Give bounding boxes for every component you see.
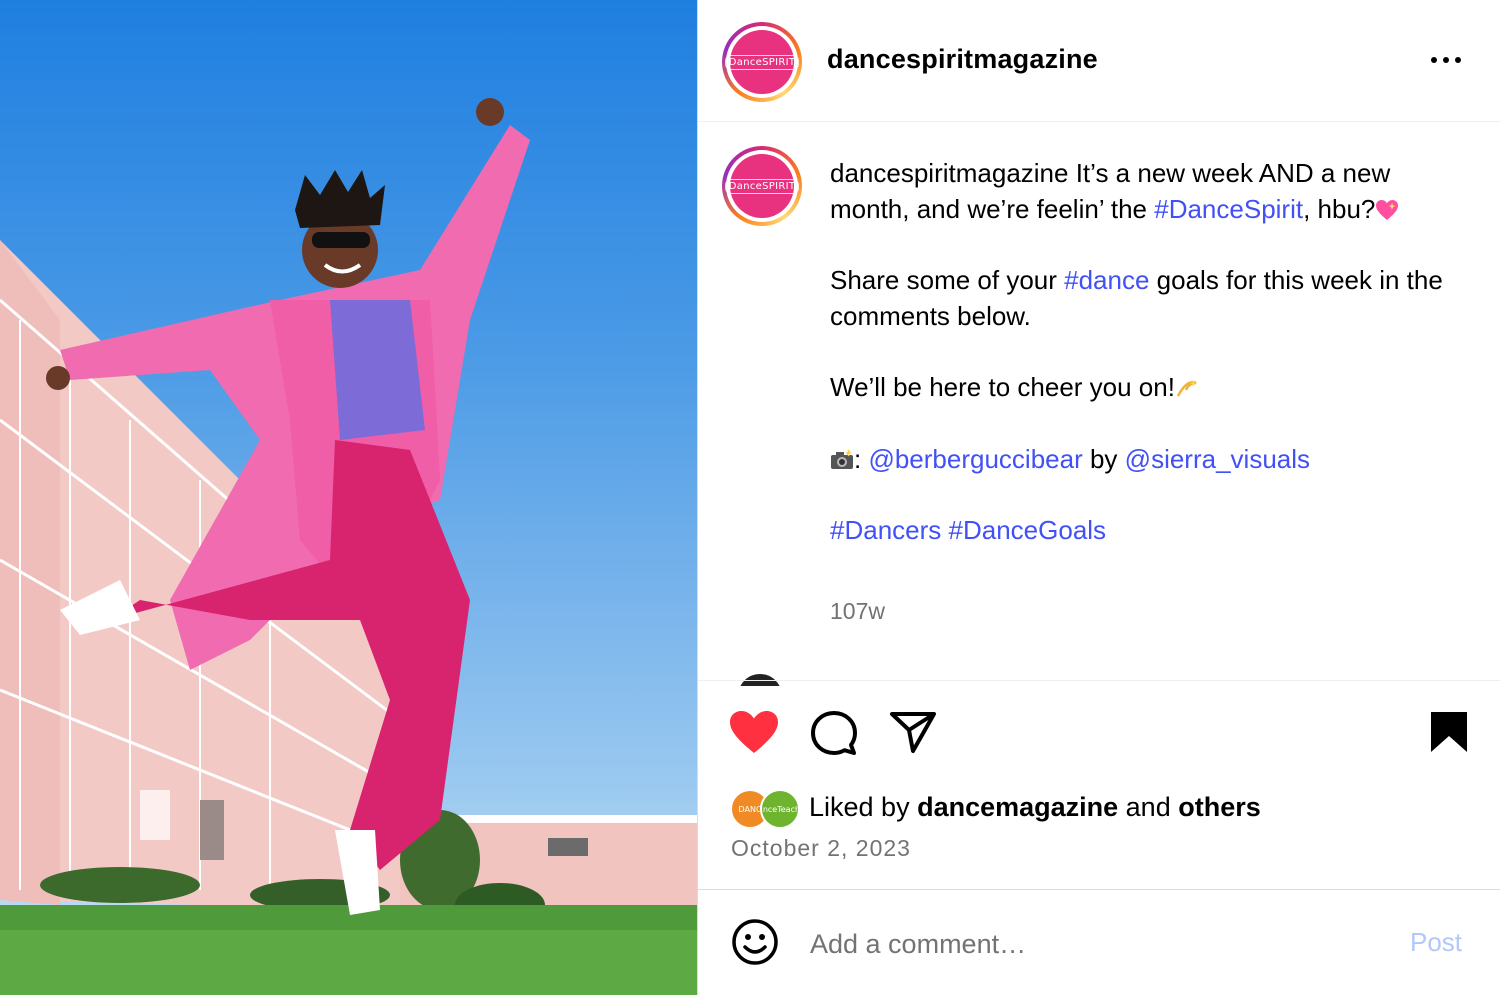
liked-avatar-2: DanceTeacher bbox=[760, 789, 800, 829]
saved-bookmark-icon[interactable] bbox=[1429, 710, 1469, 754]
caption-author-username[interactable]: dancespiritmagazine bbox=[830, 158, 1068, 188]
caption-paragraph-1: dancespiritmagazine It’s a new week AND … bbox=[830, 156, 1450, 227]
share-icon[interactable] bbox=[889, 710, 937, 754]
avatar-logo: DanceSPIRIT bbox=[724, 178, 800, 194]
liked-by-text: Liked by dancemagazine and others bbox=[809, 792, 1261, 823]
caption-text: Share some of your bbox=[830, 265, 1065, 296]
liked-by-others[interactable]: others bbox=[1178, 792, 1261, 822]
dizzy-emoji bbox=[1176, 380, 1197, 397]
post-side-panel: DanceSPIRIT dancespiritmagazine DanceSPI… bbox=[697, 0, 1500, 995]
caption-author-avatar-image: DanceSPIRIT bbox=[724, 154, 800, 218]
caption-paragraph-3: We’ll be here to cheer you on! bbox=[830, 370, 1450, 406]
sparkling-heart-emoji bbox=[1376, 199, 1399, 220]
caption-age[interactable]: 107w bbox=[830, 598, 885, 625]
liked-by-user[interactable]: dancemagazine bbox=[917, 792, 1118, 822]
post-photo-image bbox=[0, 98, 697, 995]
liked-by-avatars[interactable]: DANC DanceTeacher bbox=[730, 789, 802, 829]
caption-text: by bbox=[1082, 443, 1125, 474]
hashtag-dancegoals[interactable]: #DanceGoals bbox=[949, 515, 1107, 545]
liked-by-mid: and bbox=[1118, 792, 1179, 822]
emoji-smiley-icon[interactable] bbox=[731, 918, 779, 966]
post-date[interactable]: October 2, 2023 bbox=[731, 835, 911, 862]
caption-text: , hbu? bbox=[1303, 193, 1376, 224]
liked-by-prefix: Liked by bbox=[809, 792, 918, 822]
post-photo[interactable] bbox=[0, 0, 697, 995]
comment-icon[interactable] bbox=[810, 709, 858, 757]
author-avatar[interactable]: DanceSPIRIT bbox=[722, 22, 802, 102]
mention-berberguccibear[interactable]: @berberguccibear bbox=[868, 444, 1082, 474]
post-header: DanceSPIRIT dancespiritmagazine bbox=[698, 0, 1500, 122]
author-username[interactable]: dancespiritmagazine bbox=[827, 44, 1098, 75]
post-comment-button[interactable]: Post bbox=[1410, 927, 1462, 958]
caption-paragraph-5: #Dancers #DanceGoals bbox=[830, 513, 1450, 549]
hashtag-dancespirit[interactable]: #DanceSpirit bbox=[1154, 194, 1303, 224]
caption-paragraph-2: Share some of your #dance goals for this… bbox=[830, 263, 1450, 334]
like-heart-icon[interactable] bbox=[728, 709, 780, 755]
avatar-logo: DanceSPIRIT bbox=[724, 54, 800, 70]
mention-sierra-visuals[interactable]: @sierra_visuals bbox=[1125, 444, 1310, 474]
more-options-icon[interactable] bbox=[1426, 45, 1466, 75]
hashtag-dancers[interactable]: #Dancers bbox=[830, 515, 941, 545]
hashtag-dance[interactable]: #dance bbox=[1064, 265, 1149, 295]
comment-input[interactable] bbox=[810, 924, 1370, 964]
actions-divider bbox=[698, 680, 1500, 681]
post-caption: dancespiritmagazine It’s a new week AND … bbox=[830, 156, 1450, 549]
caption-text: : bbox=[854, 443, 869, 474]
caption-text: We’ll be here to cheer you on! bbox=[830, 372, 1175, 403]
caption-paragraph-4: : @berberguccibear by @sierra_visuals bbox=[830, 442, 1450, 478]
caption-author-avatar[interactable]: DanceSPIRIT bbox=[722, 146, 802, 226]
author-avatar-image: DanceSPIRIT bbox=[724, 30, 800, 94]
camera-flash-emoji bbox=[831, 449, 853, 469]
comment-divider bbox=[698, 889, 1500, 890]
